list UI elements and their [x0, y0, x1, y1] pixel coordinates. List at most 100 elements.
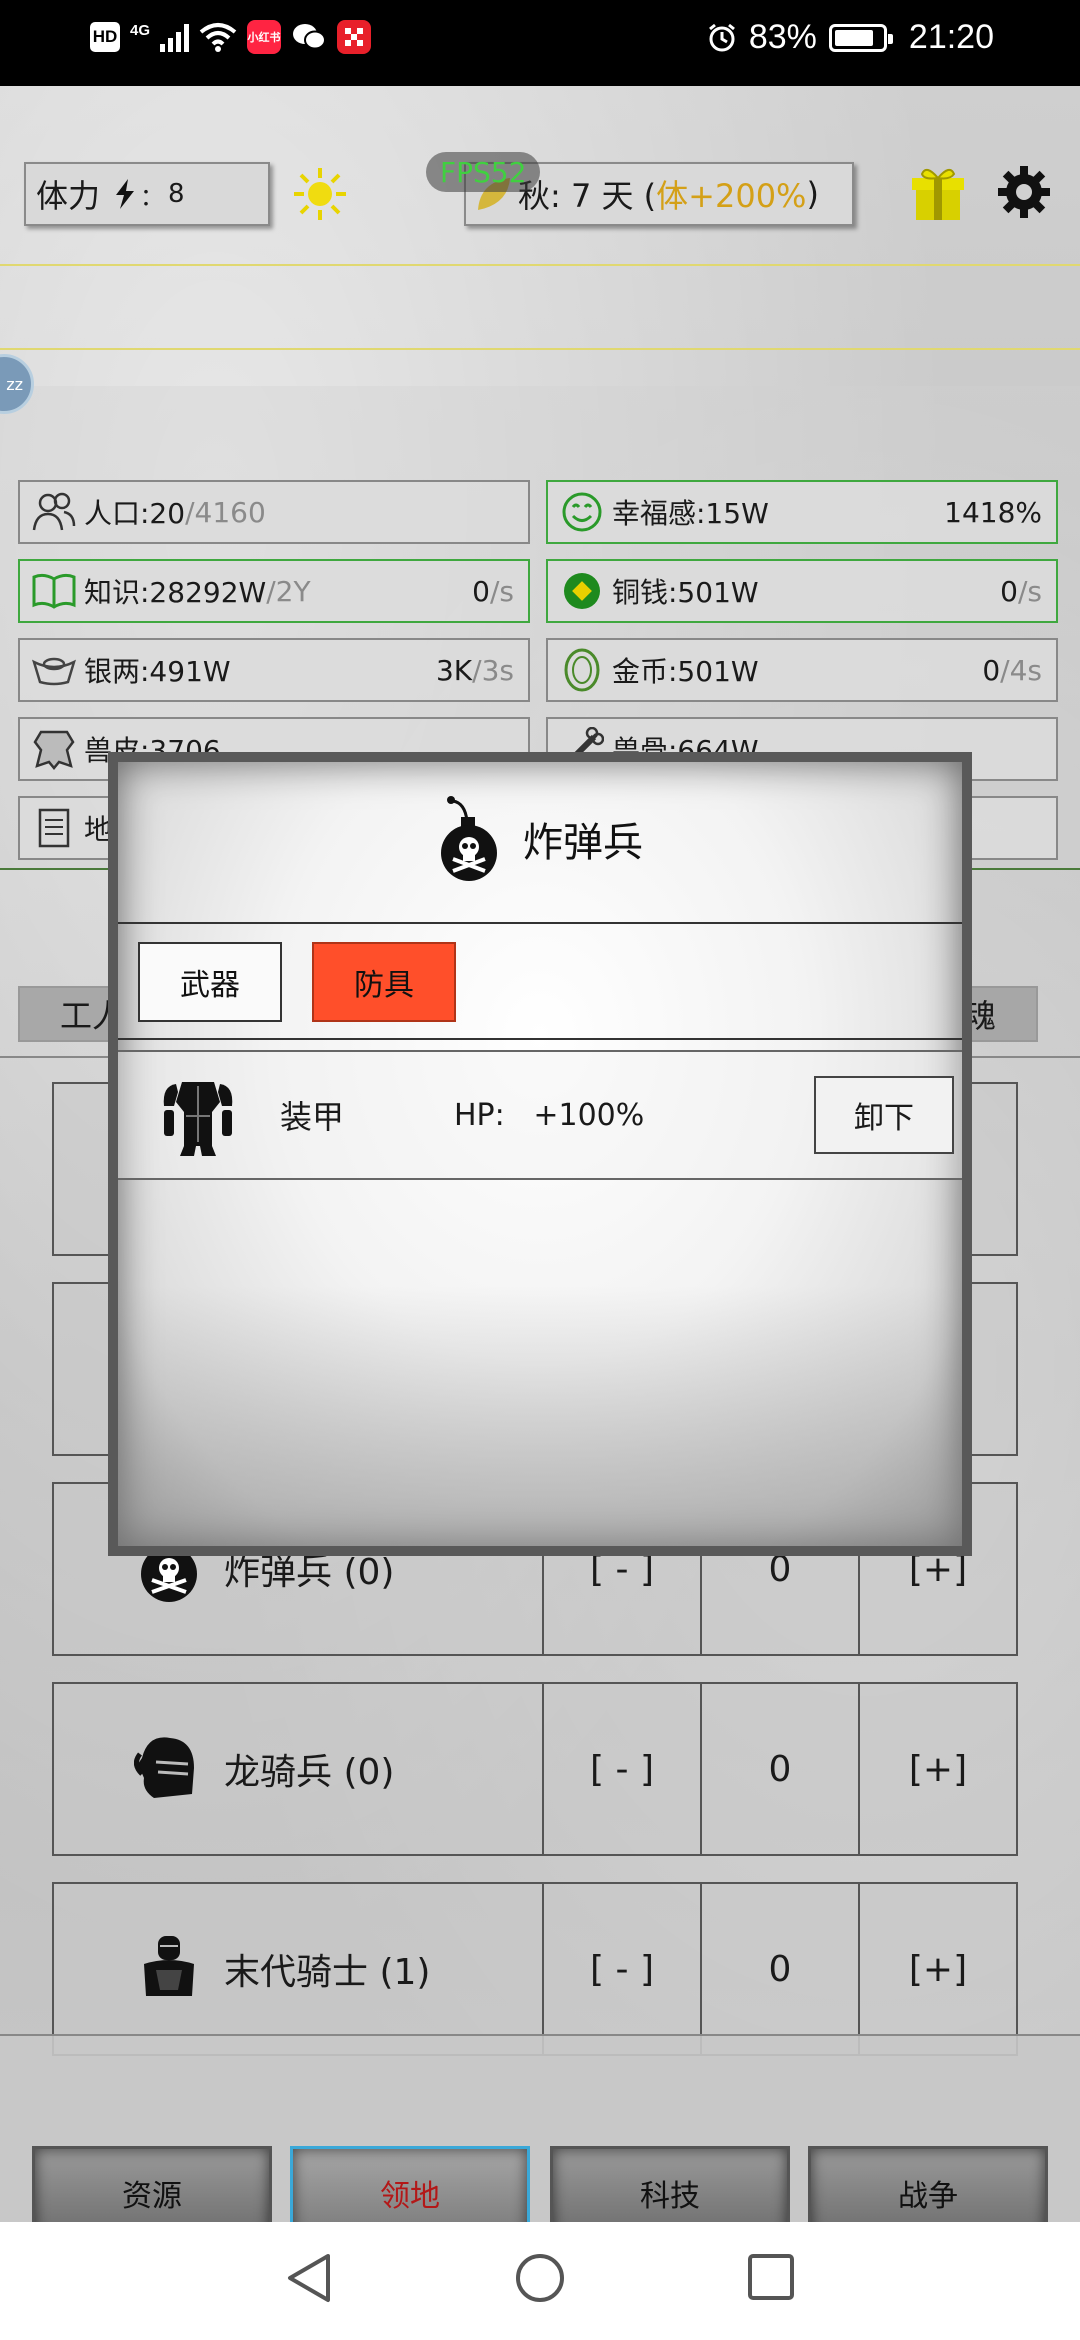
unit-decrease-button[interactable]: [ - ] [544, 1882, 702, 2056]
gift-icon[interactable] [910, 164, 966, 222]
unit-increase-button[interactable]: [+] [860, 1882, 1018, 2056]
resource-cap: /2Y [266, 574, 311, 608]
resource-rate: 0/s [472, 575, 514, 608]
wifi-icon [199, 23, 237, 52]
battery-fill [834, 29, 874, 46]
unit-row: 末代骑士 (1) [ - ] 0 [+] [52, 1882, 1018, 2056]
resource-cell[interactable]: 铜钱:501W 0/s [546, 559, 1058, 623]
unit-row: 龙骑兵 (0) [ - ] 0 [+] [52, 1682, 1018, 1856]
divider-line [0, 264, 1080, 266]
season-bonus: 体+200% [656, 177, 807, 215]
signal-icon [160, 22, 190, 52]
unit-name: 龙骑兵 (0) [224, 1752, 395, 1793]
resource-cell[interactable]: 知识:28292W/2Y 0/s [18, 559, 530, 623]
battery-icon [828, 23, 893, 52]
wechat-icon [293, 24, 327, 50]
nav-war-button[interactable]: 战争 [808, 2146, 1048, 2222]
resource-rate-value: 0 [1000, 574, 1018, 608]
alarm-icon [708, 23, 735, 51]
app-grid-icon [337, 20, 372, 54]
equipment-name: 装甲 [280, 1098, 345, 1136]
fps-counter: FPS52 [426, 152, 541, 192]
equipment-row: 装甲 HP: +100% 卸下 [118, 1050, 962, 1180]
resource-cell[interactable]: 人口:20/4160 [18, 480, 530, 544]
smile-icon [560, 490, 604, 534]
resource-name: 银两:491W [84, 655, 231, 688]
unit-name: 末代骑士 (1) [224, 1952, 431, 1993]
book-icon [32, 569, 76, 613]
armored-knight-icon [144, 1936, 194, 1996]
status-bar: HD 4G 小红书 83% 21:20 [0, 0, 1080, 86]
equipment-dialog-body: 炸弹兵 武器 防具 装甲 HP: +100% 卸下 [118, 762, 962, 1546]
knight-helmet-icon [134, 1737, 194, 1798]
hd-badge: HD [90, 22, 120, 52]
hide-icon [32, 727, 76, 771]
gold-coin-icon [560, 648, 604, 692]
stamina-value: 8 [168, 179, 185, 209]
status-left: HD 4G 小红书 [90, 20, 372, 54]
resource-rate-value: 1418% [944, 495, 1042, 529]
tab-armor[interactable]: 防具 [312, 942, 456, 1022]
nav-territory-button[interactable]: 领地 [290, 2146, 530, 2222]
dialog-header: 炸弹兵 [118, 794, 962, 884]
resource-name: 金币:501W [612, 655, 759, 688]
deed-icon [32, 806, 76, 850]
resource-rate-unit: /s [1017, 574, 1042, 608]
resource-rate: 0/4s [982, 654, 1042, 687]
equipment-dialog: 炸弹兵 武器 防具 装甲 HP: +100% 卸下 [108, 752, 972, 1556]
resource-rate-value: 0 [472, 574, 490, 608]
back-icon[interactable] [284, 2252, 334, 2304]
stamina-separator: ： [140, 182, 165, 211]
resource-name: 知识:28292W [84, 576, 267, 609]
stamina-box[interactable]: 体力 ： 8 [24, 162, 270, 226]
stamina-label: 体力 [36, 177, 101, 215]
home-icon[interactable] [514, 2252, 566, 2304]
people-icon [32, 490, 76, 534]
resource-rate-unit: /s [489, 574, 514, 608]
unit-decrease-button[interactable]: [ - ] [544, 1682, 702, 1856]
resource-rate: 3K/3s [436, 654, 514, 687]
resource-rate-unit: /4s [1000, 653, 1042, 687]
resource-rate-value: 3K [435, 653, 473, 687]
resource-cell[interactable]: 银两:491W 3K/3s [18, 638, 530, 702]
resource-name: 幸福感:15W [612, 497, 769, 530]
unit-name-cell: 龙骑兵 (0) [52, 1682, 544, 1856]
unit-count: 0 [702, 1682, 860, 1856]
floating-ball-label: zz [6, 374, 23, 394]
resource-name: 铜钱:501W [612, 576, 759, 609]
dialog-mist-texture [118, 1286, 962, 1546]
clock: 21:20 [908, 18, 994, 56]
xiaohongshu-icon: 小红书 [247, 20, 282, 54]
unequip-button[interactable]: 卸下 [814, 1076, 954, 1154]
resource-cell[interactable]: 金币:501W 0/4s [546, 638, 1058, 702]
sun-icon[interactable] [292, 166, 348, 222]
dialog-divider [118, 1038, 962, 1040]
gear-icon[interactable] [996, 164, 1052, 220]
recents-icon[interactable] [746, 2252, 796, 2302]
tab-weapon[interactable]: 武器 [138, 942, 282, 1022]
resource-rate: 1418% [944, 496, 1042, 529]
resource-rate-value: 0 [982, 653, 1001, 687]
coin-icon [560, 569, 604, 613]
unit-increase-button[interactable]: [+] [860, 1682, 1018, 1856]
dialog-title: 炸弹兵 [523, 820, 643, 866]
equipment-stat: HP: +100% [454, 1097, 645, 1133]
nav-resources-button[interactable]: 资源 [32, 2146, 272, 2222]
bomb-skull-icon [441, 796, 497, 881]
season-close: ) [806, 175, 819, 213]
silver-ingot-icon [32, 648, 76, 692]
resource-rate-unit: /3s [472, 653, 514, 687]
dialog-divider [118, 922, 962, 924]
status-right: 83% 21:20 [707, 18, 994, 57]
nav-tech-button[interactable]: 科技 [550, 2146, 790, 2222]
armor-icon [163, 1082, 233, 1156]
resource-cap: /4160 [185, 495, 266, 529]
resource-rate: 0/s [1000, 575, 1042, 608]
divider-line [0, 348, 1080, 350]
resource-name: 人口:20 [84, 497, 186, 530]
resource-cell[interactable]: 幸福感:15W 1418% [546, 480, 1058, 544]
bottom-nav: 资源 领地 科技 战争 [0, 2034, 1080, 2222]
battery-percent: 83% [748, 18, 817, 56]
unit-name-cell: 末代骑士 (1) [52, 1882, 544, 2056]
network-label: 4G [130, 21, 151, 39]
